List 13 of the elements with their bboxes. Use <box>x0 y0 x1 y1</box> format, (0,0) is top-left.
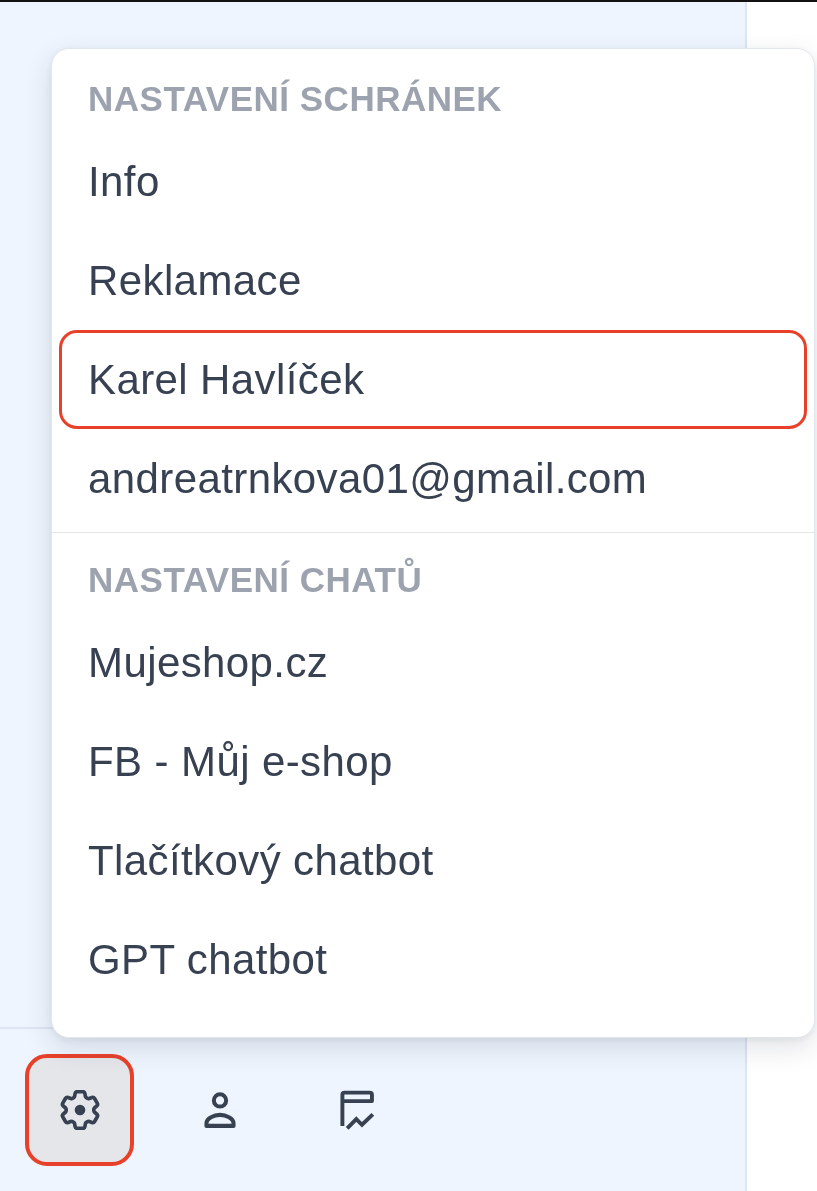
menu-item[interactable]: FB - Můj e-shop <box>59 712 807 811</box>
menu-item[interactable]: Karel Havlíček <box>59 330 807 429</box>
section-heading: NASTAVENÍ CHATŮ <box>52 547 423 613</box>
menu-item[interactable]: Info <box>59 132 807 231</box>
person-icon <box>203 1092 236 1128</box>
menu-item[interactable]: Tlačítkový chatbot <box>59 811 807 910</box>
settings-icon <box>59 1090 100 1130</box>
settings-button[interactable] <box>25 1054 134 1166</box>
section-heading: NASTAVENÍ SCHRÁNEK <box>87 78 503 120</box>
menu-item[interactable]: GPT chatbot <box>59 910 807 1009</box>
menu-item[interactable]: Mujeshop.cz <box>59 613 807 712</box>
menu-item[interactable]: andreatrnkova01@gmail.com <box>59 429 807 528</box>
menu-item[interactable]: Reklamace <box>59 231 807 330</box>
